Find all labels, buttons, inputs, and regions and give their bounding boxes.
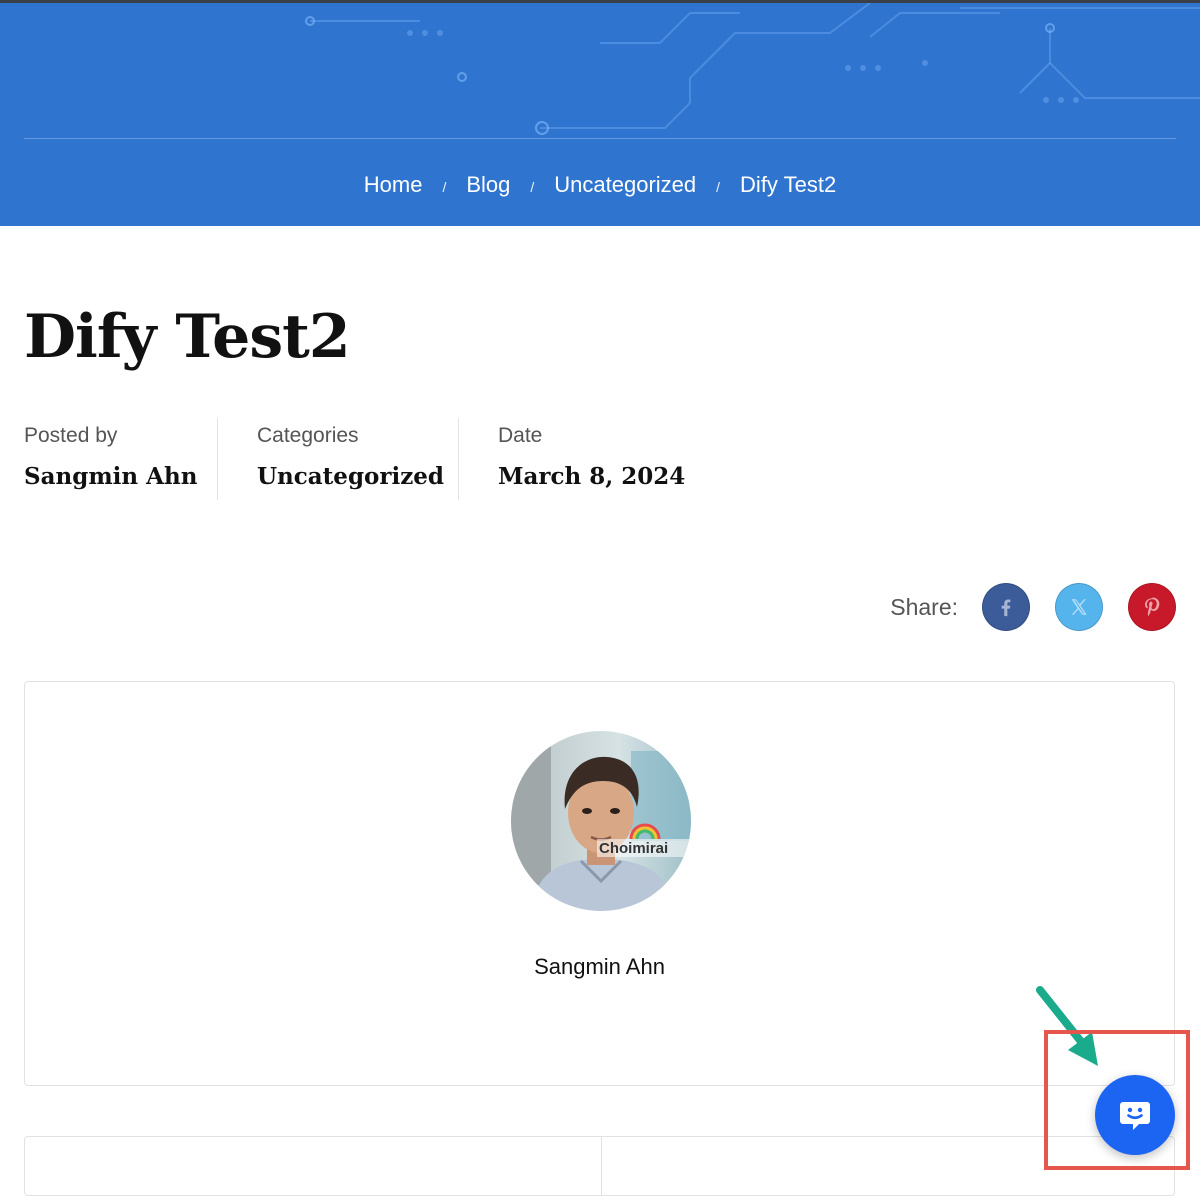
- post-navigation: [24, 1136, 1175, 1196]
- breadcrumb-separator: /: [716, 178, 721, 195]
- x-share-button[interactable]: [1055, 583, 1103, 631]
- hero-banner: Home / Blog / Uncategorized / Dify Test2: [0, 0, 1200, 226]
- breadcrumb-separator: /: [530, 178, 535, 195]
- meta-posted-by: Posted by Sangmin Ahn: [24, 418, 197, 500]
- author-link[interactable]: Sangmin Ahn: [24, 463, 197, 490]
- breadcrumb-current: Dify Test2: [740, 172, 837, 197]
- author-photo: Choimirai: [511, 731, 691, 911]
- date-value: March 8, 2024: [498, 463, 686, 490]
- chat-bubble-smile-icon: [1120, 1102, 1150, 1130]
- post-title: Dify Test2: [24, 302, 351, 372]
- breadcrumb-category[interactable]: Uncategorized: [554, 172, 696, 198]
- share-label: Share:: [890, 593, 958, 620]
- pinterest-icon: [1145, 597, 1160, 617]
- facebook-icon: [1001, 599, 1011, 617]
- avatar-logo-text: Choimirai: [599, 840, 668, 857]
- date-label: Date: [498, 424, 543, 447]
- breadcrumb-separator: /: [442, 178, 447, 195]
- facebook-share-button[interactable]: [982, 583, 1030, 631]
- breadcrumb-blog[interactable]: Blog: [466, 172, 510, 198]
- meta-divider: [217, 418, 218, 500]
- breadcrumb: Home / Blog / Uncategorized / Dify Test2: [0, 169, 1200, 201]
- hero-divider: [24, 138, 1176, 139]
- posted-by-label: Posted by: [24, 424, 118, 447]
- avatar[interactable]: Choimirai: [511, 731, 691, 911]
- chat-widget-button[interactable]: [1095, 1075, 1175, 1155]
- x-twitter-icon: [1071, 599, 1087, 615]
- meta-divider: [458, 418, 459, 500]
- meta-categories: Categories Uncategorized: [257, 418, 444, 500]
- categories-label: Categories: [257, 424, 359, 447]
- navigation-divider: [601, 1137, 602, 1195]
- share-bar: Share:: [890, 582, 1176, 632]
- category-link[interactable]: Uncategorized: [257, 463, 444, 490]
- author-card: Choimirai Sangmin Ahn: [24, 681, 1175, 1086]
- meta-date: Date March 8, 2024: [498, 418, 685, 500]
- author-name[interactable]: Sangmin Ahn: [25, 954, 1174, 980]
- breadcrumb-home[interactable]: Home: [364, 172, 423, 198]
- pinterest-share-button[interactable]: [1128, 583, 1176, 631]
